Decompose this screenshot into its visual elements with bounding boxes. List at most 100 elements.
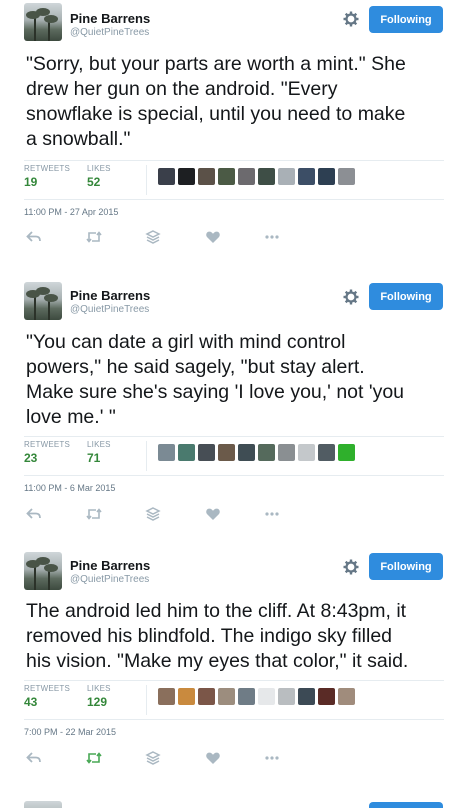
liker-avatar[interactable] xyxy=(158,444,175,461)
likes-count[interactable]: 71 xyxy=(87,451,100,465)
author-name[interactable]: Pine Barrens xyxy=(70,11,150,26)
layers-icon[interactable] xyxy=(145,750,161,766)
liker-avatar[interactable] xyxy=(298,168,315,185)
liker-avatars xyxy=(158,688,355,706)
liker-avatar[interactable] xyxy=(178,444,195,461)
retweets-count[interactable]: 43 xyxy=(24,695,37,709)
liker-avatar[interactable] xyxy=(318,688,335,705)
tweet-actions xyxy=(24,750,284,766)
liker-avatar[interactable] xyxy=(338,688,355,705)
tweet-text-line: snowflake is special, until you need to … xyxy=(26,103,406,125)
more-icon[interactable] xyxy=(264,506,280,522)
liker-avatar[interactable] xyxy=(218,444,235,461)
divider xyxy=(146,685,147,715)
retweets-label: RETWEETS xyxy=(24,164,71,173)
likes-count[interactable]: 52 xyxy=(87,175,100,189)
liker-avatar[interactable] xyxy=(318,168,335,185)
retweets-label: RETWEETS xyxy=(24,440,71,449)
liker-avatar[interactable] xyxy=(278,444,295,461)
liker-avatar[interactable] xyxy=(258,444,275,461)
liker-avatar[interactable] xyxy=(198,688,215,705)
liker-avatar[interactable] xyxy=(218,688,235,705)
avatar[interactable] xyxy=(24,3,62,41)
tweet-text-line: powers," he said sagely, "but stay alert… xyxy=(26,356,365,378)
author-handle[interactable]: @QuietPineTrees xyxy=(70,304,149,315)
likes-label: LIKES xyxy=(87,684,111,693)
more-icon[interactable] xyxy=(264,750,280,766)
liker-avatar[interactable] xyxy=(198,168,215,185)
liker-avatar[interactable] xyxy=(258,168,275,185)
tweet-stats: RETWEETS 23 LIKES 71 xyxy=(24,436,444,476)
heart-icon[interactable] xyxy=(205,229,221,245)
liker-avatar[interactable] xyxy=(298,444,315,461)
retweets-count[interactable]: 19 xyxy=(24,175,37,189)
divider xyxy=(146,441,147,471)
liker-avatar[interactable] xyxy=(278,168,295,185)
heart-icon[interactable] xyxy=(205,506,221,522)
liker-avatars xyxy=(158,444,355,462)
author-name[interactable]: Pine Barrens xyxy=(70,558,150,573)
tweet-text: "You can date a girl with mind control p… xyxy=(26,330,446,430)
tweet-actions xyxy=(24,229,284,245)
retweet-icon[interactable] xyxy=(86,750,102,766)
layers-icon[interactable] xyxy=(145,506,161,522)
liker-avatar[interactable] xyxy=(238,444,255,461)
author-name[interactable]: Pine Barrens xyxy=(70,288,150,303)
heart-icon[interactable] xyxy=(205,750,221,766)
tweet-text: "Sorry, but your parts are worth a mint.… xyxy=(26,52,446,152)
tweet-text-line: his vision. "Make my eyes that color," i… xyxy=(26,650,409,672)
liker-avatar[interactable] xyxy=(338,168,355,185)
tweet-partial xyxy=(0,798,467,808)
reply-icon[interactable] xyxy=(26,229,42,245)
liker-avatar[interactable] xyxy=(238,168,255,185)
liker-avatar[interactable] xyxy=(178,688,195,705)
avatar[interactable] xyxy=(24,801,62,808)
author-handle[interactable]: @QuietPineTrees xyxy=(70,27,149,38)
reply-icon[interactable] xyxy=(26,750,42,766)
liker-avatar[interactable] xyxy=(158,168,175,185)
tweet-stats: RETWEETS 43 LIKES 129 xyxy=(24,680,444,720)
liker-avatar[interactable] xyxy=(298,688,315,705)
avatar[interactable] xyxy=(24,552,62,590)
liker-avatar[interactable] xyxy=(238,688,255,705)
liker-avatar[interactable] xyxy=(278,688,295,705)
liker-avatar[interactable] xyxy=(178,168,195,185)
tweet-text-line: The android led him to the cliff. At 8:4… xyxy=(26,600,407,622)
tweet-text-line: a snowball." xyxy=(26,128,131,150)
likes-label: LIKES xyxy=(87,440,111,449)
following-button[interactable]: Following xyxy=(369,553,443,580)
tweet-stats: RETWEETS 19 LIKES 52 xyxy=(24,160,444,200)
retweet-icon[interactable] xyxy=(86,506,102,522)
layers-icon[interactable] xyxy=(145,229,161,245)
reply-icon[interactable] xyxy=(26,506,42,522)
retweet-icon[interactable] xyxy=(86,229,102,245)
liker-avatar[interactable] xyxy=(318,444,335,461)
gear-icon[interactable] xyxy=(343,559,359,575)
following-button[interactable]: Following xyxy=(369,283,443,310)
tweet-timestamp[interactable]: 11:00 PM - 27 Apr 2015 xyxy=(24,207,118,217)
liker-avatar[interactable] xyxy=(258,688,275,705)
more-icon[interactable] xyxy=(264,229,280,245)
tweet-actions xyxy=(24,506,284,522)
likes-label: LIKES xyxy=(87,164,111,173)
retweets-count[interactable]: 23 xyxy=(24,451,37,465)
gear-icon[interactable] xyxy=(343,11,359,27)
gear-icon[interactable] xyxy=(343,289,359,305)
tweet-text: The android led him to the cliff. At 8:4… xyxy=(26,599,446,674)
avatar[interactable] xyxy=(24,282,62,320)
author-handle[interactable]: @QuietPineTrees xyxy=(70,574,149,585)
likes-count[interactable]: 129 xyxy=(87,695,107,709)
liker-avatar[interactable] xyxy=(158,688,175,705)
liker-avatar[interactable] xyxy=(198,444,215,461)
tweet-text-line: drew her gun on the android. "Every xyxy=(26,78,338,100)
divider xyxy=(146,165,147,195)
liker-avatar[interactable] xyxy=(338,444,355,461)
tweet-text-line: removed his blindfold. The indigo sky fi… xyxy=(26,625,393,647)
retweets-label: RETWEETS xyxy=(24,684,71,693)
tweet-timestamp[interactable]: 7:00 PM - 22 Mar 2015 xyxy=(24,727,116,737)
tweet-text-line: "Sorry, but your parts are worth a mint.… xyxy=(26,53,406,75)
tweet-timestamp[interactable]: 11:00 PM - 6 Mar 2015 xyxy=(24,483,115,493)
following-button[interactable] xyxy=(369,802,443,808)
liker-avatar[interactable] xyxy=(218,168,235,185)
following-button[interactable]: Following xyxy=(369,6,443,33)
